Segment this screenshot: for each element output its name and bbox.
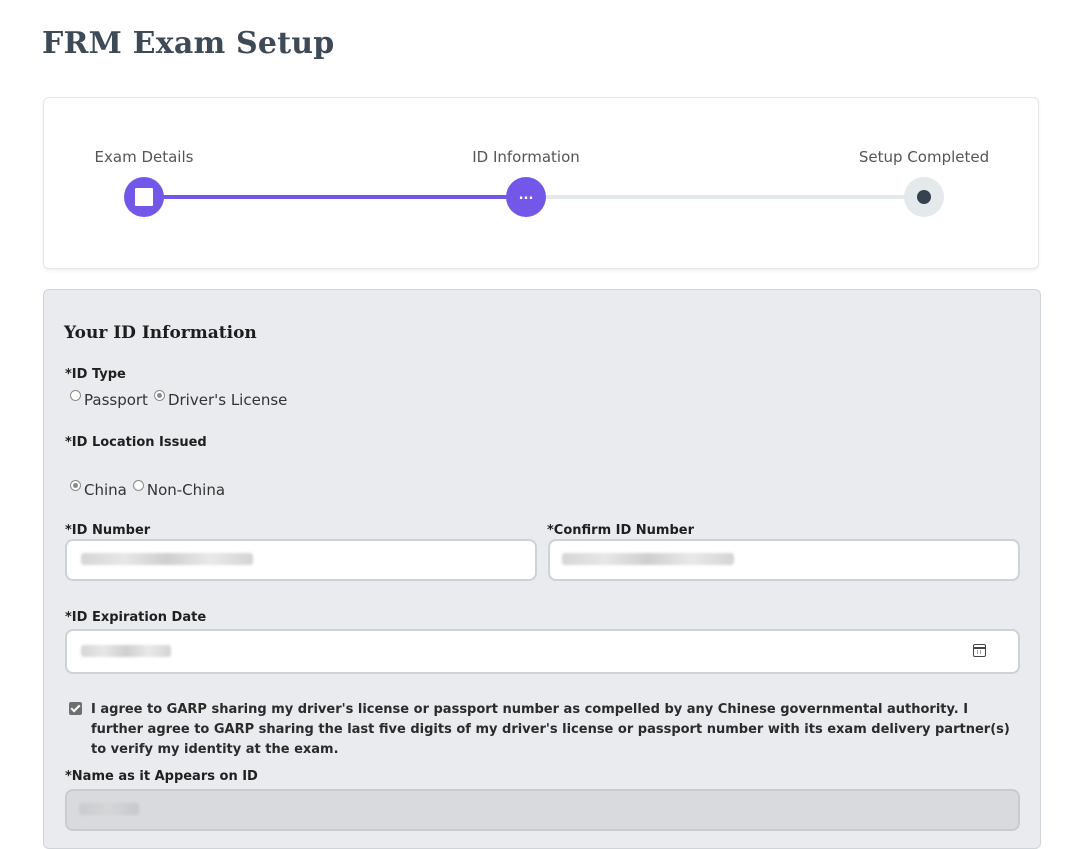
progress-track-remaining [526, 195, 924, 199]
redacted-value [81, 645, 171, 657]
page-title: FRM Exam Setup [42, 26, 335, 61]
square-icon [135, 188, 153, 206]
radio-china[interactable] [70, 480, 81, 491]
radio-passport-label[interactable]: Passport [84, 391, 148, 409]
calendar-icon[interactable] [973, 644, 986, 657]
expiration-date-label: *ID Expiration Date [65, 610, 207, 625]
name-on-id-label: *Name as it Appears on ID [65, 769, 258, 784]
step-label-setup-completed: Setup Completed [858, 148, 990, 166]
id-location-label: *ID Location Issued [65, 435, 207, 450]
redacted-value [79, 803, 139, 815]
confirm-id-number-input[interactable] [548, 539, 1020, 581]
radio-passport[interactable] [70, 390, 81, 401]
redacted-value [81, 553, 253, 565]
confirm-id-number-label: *Confirm ID Number [547, 523, 695, 538]
agreement-text: I agree to GARP sharing my driver's lice… [91, 702, 1010, 757]
id-number-input[interactable] [65, 539, 537, 581]
step-node-id-information[interactable]: ... [506, 177, 546, 217]
radio-china-label[interactable]: China [84, 481, 127, 499]
redacted-value [562, 553, 734, 565]
step-node-setup-completed [904, 177, 944, 217]
radio-drivers-license-label[interactable]: Driver's License [168, 391, 287, 409]
progress-stepper: Exam Details ID Information Setup Comple… [43, 97, 1039, 269]
section-title: Your ID Information [64, 323, 257, 343]
agreement-row: I agree to GARP sharing my driver's lice… [69, 700, 1019, 760]
agreement-checkbox[interactable] [69, 702, 82, 715]
dot-icon [917, 190, 931, 204]
expiration-date-input[interactable] [65, 629, 1020, 674]
id-location-radio-group: China Non-China [70, 480, 231, 499]
step-node-exam-details[interactable] [124, 177, 164, 217]
id-type-radio-group: Passport Driver's License [70, 390, 293, 409]
id-information-form: Your ID Information *ID Type Passport Dr… [43, 289, 1041, 849]
radio-non-china[interactable] [132, 480, 144, 491]
radio-non-china-label[interactable]: Non-China [147, 481, 225, 499]
step-label-id-information: ID Information [472, 148, 580, 166]
step-label-exam-details: Exam Details [94, 148, 194, 166]
id-number-label: *ID Number [65, 523, 151, 538]
radio-drivers-license[interactable] [153, 390, 165, 401]
progress-track-completed [144, 195, 526, 199]
name-on-id-input [65, 789, 1020, 831]
id-type-label: *ID Type [65, 367, 126, 382]
